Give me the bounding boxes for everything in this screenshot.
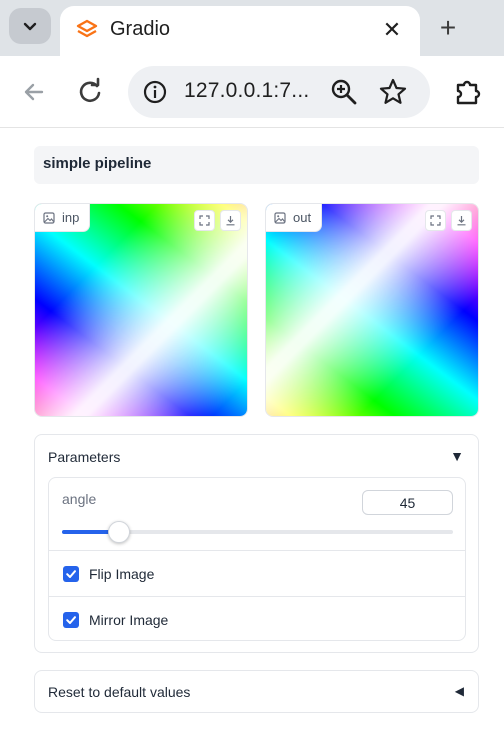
parameters-accordion-title[interactable]: Parameters xyxy=(48,449,120,465)
flip-image-label: Flip Image xyxy=(89,566,155,582)
angle-slider-block: angle 45 xyxy=(49,478,465,551)
angle-slider-label: angle xyxy=(62,491,97,507)
flip-image-checkbox-row[interactable]: Flip Image xyxy=(49,552,465,597)
new-tab-button[interactable]: + xyxy=(430,10,466,46)
fullscreen-button[interactable] xyxy=(194,210,215,231)
url-text[interactable]: 127.0.0.1:7... xyxy=(184,79,309,103)
accordion-collapse-icon[interactable]: ▼ xyxy=(450,448,464,464)
bookmark-star-icon[interactable] xyxy=(378,77,408,107)
back-arrow-icon[interactable] xyxy=(16,74,52,110)
fullscreen-button[interactable] xyxy=(425,210,446,231)
accordion-expand-icon: ◀ xyxy=(454,684,464,698)
parameters-accordion: Parameters ▼ angle 45 Flip Image Mirror … xyxy=(34,434,479,653)
reload-icon[interactable] xyxy=(72,74,108,110)
download-icon xyxy=(226,216,235,226)
checkmark-icon xyxy=(66,615,76,624)
zoom-icon[interactable] xyxy=(330,78,358,106)
chevron-down-icon xyxy=(23,22,37,31)
download-icon xyxy=(457,216,466,226)
input-image-panel[interactable]: inp xyxy=(34,203,248,417)
gradio-logo-icon xyxy=(76,19,98,38)
fullscreen-icon xyxy=(430,215,441,226)
angle-number-input[interactable]: 45 xyxy=(362,490,453,515)
browser-tab[interactable]: Gradio ✕ xyxy=(60,6,420,56)
output-image-label-text: out xyxy=(293,210,312,225)
browser-tab-bar: Gradio ✕ + xyxy=(0,0,504,56)
input-image-actions xyxy=(194,210,241,231)
mirror-image-checkbox[interactable] xyxy=(63,611,79,628)
tab-close-icon[interactable]: ✕ xyxy=(376,14,408,46)
pipeline-textbox-value: simple pipeline xyxy=(43,155,152,172)
extensions-icon[interactable] xyxy=(452,76,484,108)
reset-accordion-title: Reset to default values xyxy=(48,684,191,700)
fullscreen-icon xyxy=(199,215,210,226)
tab-search-button[interactable] xyxy=(9,8,51,44)
download-button[interactable] xyxy=(220,210,241,231)
input-image xyxy=(35,204,247,416)
download-button[interactable] xyxy=(451,210,472,231)
app-content: simple pipeline inp out Parameters ▼ ang… xyxy=(0,129,504,732)
reset-accordion[interactable]: Reset to default values ◀ xyxy=(34,670,479,713)
image-icon xyxy=(274,211,286,224)
angle-slider-track[interactable] xyxy=(62,521,453,543)
output-image-label: out xyxy=(266,204,323,232)
browser-toolbar: 127.0.0.1:7... xyxy=(0,56,504,128)
input-image-label-text: inp xyxy=(62,210,80,225)
mirror-image-label: Mirror Image xyxy=(89,611,169,628)
angle-slider-thumb[interactable] xyxy=(108,521,130,543)
site-info-icon[interactable] xyxy=(138,75,172,109)
mirror-image-checkbox-row[interactable]: Mirror Image xyxy=(49,597,465,640)
pipeline-textbox[interactable]: simple pipeline xyxy=(34,146,479,184)
parameters-panel: angle 45 Flip Image Mirror Image xyxy=(48,477,466,641)
output-image-panel[interactable]: out xyxy=(265,203,479,417)
tab-title: Gradio xyxy=(110,18,171,40)
address-bar[interactable]: 127.0.0.1:7... xyxy=(128,66,430,118)
output-image-actions xyxy=(425,210,472,231)
checkmark-icon xyxy=(66,570,76,578)
input-image-label: inp xyxy=(35,204,91,232)
image-icon xyxy=(43,211,55,224)
output-image xyxy=(266,204,478,416)
flip-image-checkbox[interactable] xyxy=(63,566,79,582)
